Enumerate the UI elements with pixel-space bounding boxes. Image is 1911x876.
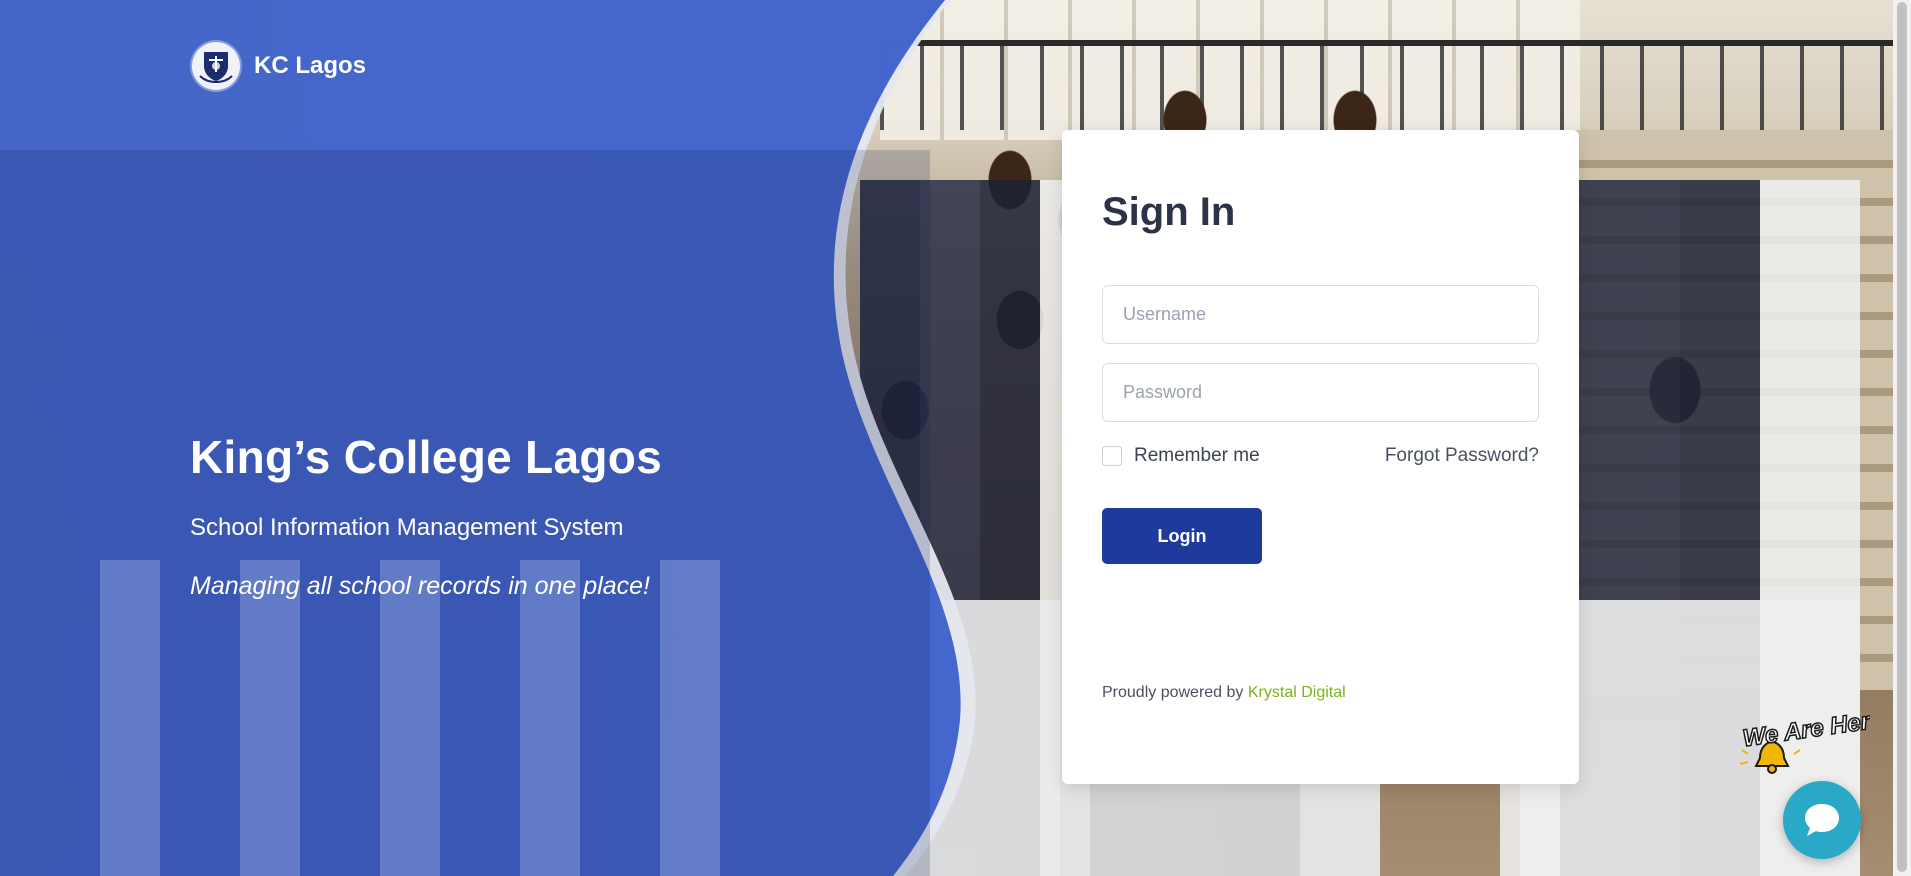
we-are-here-text: We Are Here! [1741,706,1870,752]
hero-title: King’s College Lagos [190,431,663,483]
powered-prefix: Proudly powered by [1102,684,1244,701]
chat-button[interactable] [1783,781,1861,859]
we-are-here-badge[interactable]: We Are Here! [1738,706,1870,792]
login-button[interactable]: Login [1102,508,1262,564]
remember-checkbox[interactable] [1102,446,1122,466]
remember-row: Remember me Forgot Password? [1102,442,1539,470]
krystal-digital-link[interactable]: Krystal Digital [1248,684,1346,701]
username-input[interactable] [1102,285,1539,344]
brand-name: KC Lagos [254,52,367,79]
hero-tagline: Managing all school records in one place… [190,572,650,600]
forgot-password-link[interactable]: Forgot Password? [1385,445,1539,467]
brand[interactable]: KC Lagos [192,42,366,90]
chat-bubble-icon [1805,804,1839,836]
signin-title: Sign In [1102,190,1236,234]
hero-subtitle: School Information Management System [190,514,624,541]
remember-me[interactable]: Remember me [1102,445,1260,467]
password-input[interactable] [1102,363,1539,422]
scrollbar-thumb[interactable] [1897,2,1907,872]
page-scrollbar[interactable] [1893,0,1911,876]
school-crest-icon [192,42,240,90]
hero: King’s College Lagos School Information … [190,430,662,601]
powered-by: Proudly powered by Krystal Digital [1102,684,1346,702]
signin-card: Sign In Remember me Forgot Password? Log… [1062,130,1579,784]
remember-label: Remember me [1134,445,1260,466]
